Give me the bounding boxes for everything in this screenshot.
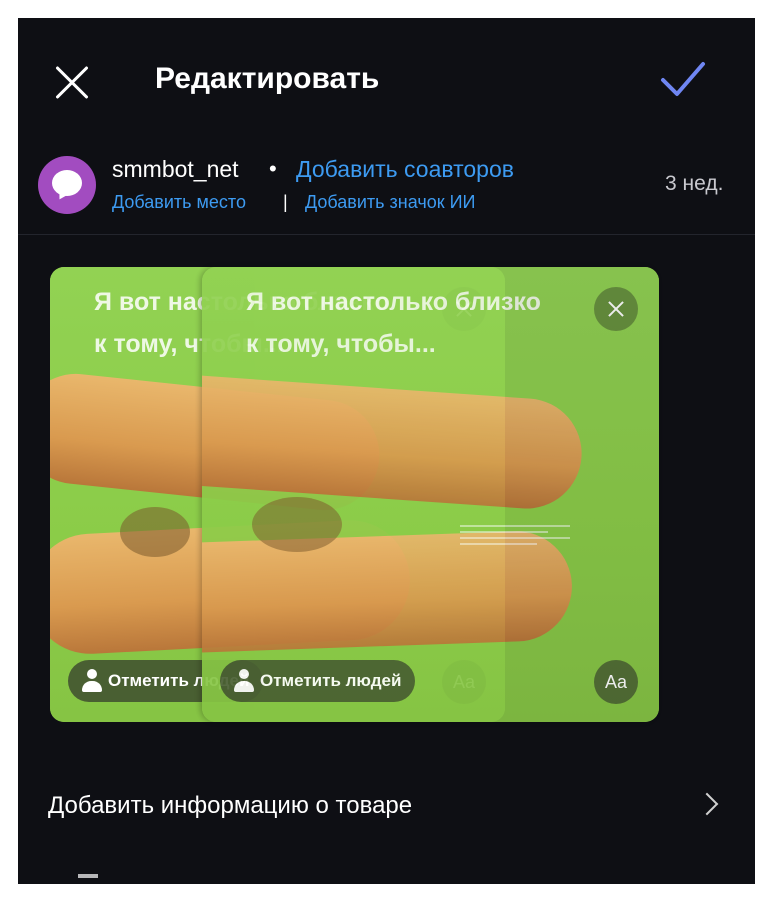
divider: | — [283, 192, 288, 212]
add-ai-badge-link[interactable]: Добавить значок ИИ — [305, 192, 476, 213]
text-style-button[interactable]: Aa — [594, 660, 638, 704]
separator-dot: • — [269, 156, 277, 181]
add-location-link[interactable]: Добавить место — [112, 192, 246, 213]
person-icon — [234, 669, 254, 693]
add-product-info-row[interactable]: Добавить информацию о товаре — [18, 778, 755, 842]
username: smmbot_net — [112, 156, 239, 182]
avatar[interactable] — [38, 156, 96, 214]
top-bar: Редактировать — [18, 18, 755, 143]
carousel-slide[interactable]: Я вот настолько близко к тому, чтобы... … — [202, 267, 659, 722]
add-product-info-label: Добавить информацию о товаре — [48, 792, 413, 819]
person-icon — [82, 669, 102, 693]
next-row-partial — [78, 874, 98, 878]
media-carousel[interactable]: Я вот настолько близко к тому, чтобы... … — [18, 250, 755, 730]
add-coauthors-link[interactable]: Добавить соавторов — [296, 156, 514, 183]
slide-small-text — [460, 525, 570, 549]
slide-caption: Я вот настолько близко к тому, чтобы... — [246, 288, 541, 358]
post-age: 3 нед. — [665, 172, 724, 195]
edit-post-screen: Редактировать smmbot_net • Добавить соав… — [18, 18, 755, 884]
checkmark-icon[interactable] — [659, 58, 707, 100]
tag-people-button[interactable]: Отметить людей — [220, 660, 416, 702]
remove-slide-icon[interactable] — [594, 287, 638, 331]
page-title: Редактировать — [155, 62, 380, 95]
chevron-right-icon — [695, 792, 719, 816]
post-meta: smmbot_net • Добавить соавторов Добавить… — [18, 150, 755, 235]
close-icon[interactable] — [52, 63, 92, 103]
